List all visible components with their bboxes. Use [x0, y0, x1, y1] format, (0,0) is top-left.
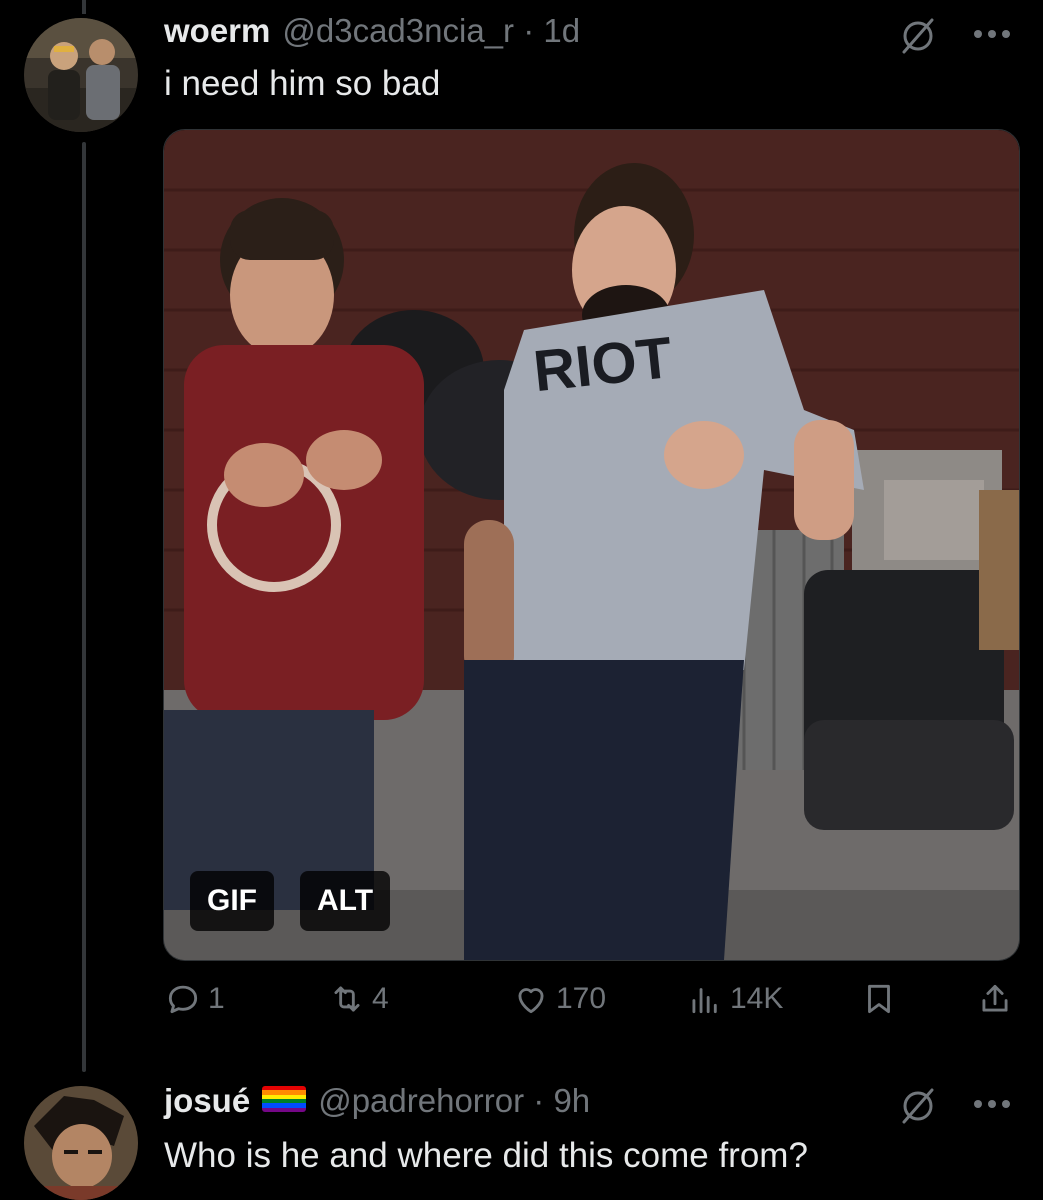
reply-button[interactable]: 1: [164, 980, 225, 1018]
alt-text-badge[interactable]: ALT: [300, 871, 390, 931]
avatar-two-people-photo-icon: [24, 18, 138, 132]
gif-badge[interactable]: GIF: [190, 871, 274, 931]
post-text: i need him so bad: [164, 64, 441, 103]
repost-count: 4: [372, 982, 389, 1015]
gif-frame-image: RIOT: [164, 130, 1019, 960]
post-actions-bar: 1 4 170 14K: [0, 980, 1043, 1030]
gif-media[interactable]: RIOT: [163, 129, 1020, 961]
handle-and-time[interactable]: @d3cad3ncia_r · 1d: [282, 12, 580, 50]
share-upload-icon: [982, 984, 1008, 1012]
thread-line-top: [82, 0, 86, 14]
repost-arrows-icon: [334, 986, 360, 1012]
reply-count: 1: [208, 982, 225, 1015]
views-bar-chart-icon: [692, 988, 717, 1014]
more-options-icon[interactable]: [972, 28, 1012, 40]
reply-text: Who is he and where did this come from?: [164, 1136, 808, 1175]
bookmark-button[interactable]: [860, 980, 904, 1018]
like-count: 170: [556, 982, 607, 1015]
avatar[interactable]: [24, 18, 138, 132]
reply-header: josué @padrehorror · 9h: [164, 1082, 590, 1120]
reply-handle-and-time[interactable]: @padrehorror · 9h: [318, 1082, 590, 1120]
muted-circle-icon[interactable]: [898, 16, 938, 56]
reply-avatar[interactable]: [24, 1086, 138, 1200]
rainbow-flag-icon: [262, 1086, 307, 1112]
view-count: 14K: [730, 982, 784, 1015]
heart-icon: [518, 988, 544, 1014]
thread-line: [82, 142, 86, 1072]
share-button[interactable]: [976, 980, 1020, 1018]
reply-display-name[interactable]: josué: [164, 1082, 250, 1120]
post-header: woerm @d3cad3ncia_r · 1d: [164, 12, 580, 50]
like-button[interactable]: 170: [512, 980, 606, 1018]
bookmark-icon: [868, 984, 890, 1014]
muted-circle-icon[interactable]: [898, 1086, 938, 1126]
more-options-icon[interactable]: [972, 1098, 1012, 1110]
display-name[interactable]: woerm: [164, 12, 270, 50]
reply-bubble-icon: [168, 985, 198, 1014]
repost-button[interactable]: 4: [328, 980, 389, 1018]
avatar-anime-character-icon: [24, 1086, 138, 1200]
views-button[interactable]: 14K: [686, 980, 783, 1018]
